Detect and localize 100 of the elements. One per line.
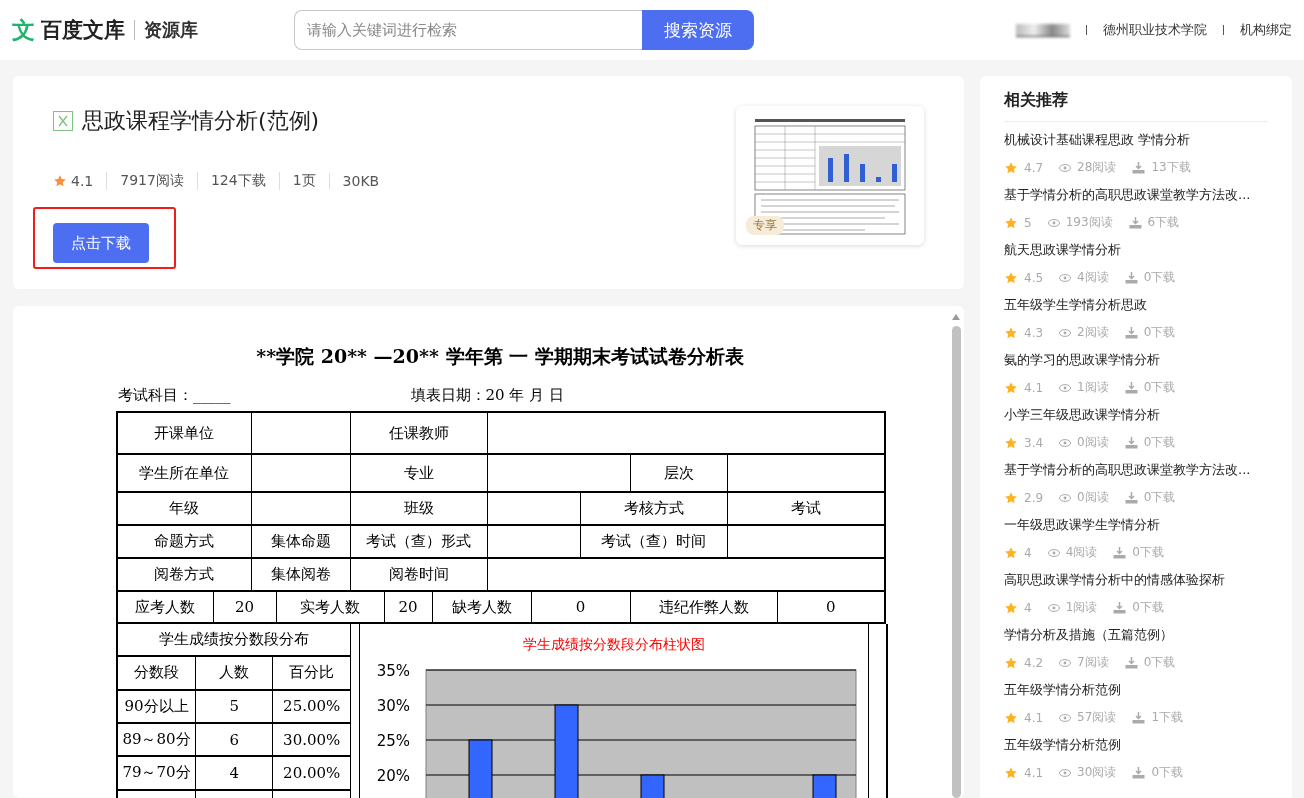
star-icon <box>53 174 67 188</box>
read-count: 30阅读 <box>1077 764 1117 781</box>
document-thumbnail[interactable]: 专享 <box>736 106 924 245</box>
rating: 4.7 <box>1024 160 1044 175</box>
download-count: 6下载 <box>1147 214 1180 231</box>
axis-tick-label: 25% <box>376 732 410 750</box>
download-icon <box>1132 766 1146 779</box>
table-cell: 6 <box>195 722 273 757</box>
eye-icon <box>1059 493 1072 502</box>
recommendation-link[interactable]: 五年级学情分析范例 <box>1004 681 1268 699</box>
table-cell: 应考人数 <box>117 591 213 623</box>
download-icon <box>1124 436 1138 449</box>
eye-icon <box>1059 273 1072 282</box>
download-count: 0下载 <box>1132 599 1164 616</box>
table-cell: 实考人数 <box>276 591 384 623</box>
table-cell: 学生成绩按分数段分布 <box>118 624 351 657</box>
chart-title: 学生成绩按分数段分布柱状图 <box>522 636 706 654</box>
table-cell: 20 <box>384 591 432 623</box>
rating: 4 <box>1024 600 1032 615</box>
sidebar-title: 相关推荐 <box>1004 90 1268 122</box>
rating: 4.1 <box>71 173 94 189</box>
read-count: 4阅读 <box>1065 544 1098 561</box>
recommendation-link[interactable]: 氨的学习的思政课学情分析 <box>1004 351 1268 369</box>
table-cell: 0 <box>531 591 630 623</box>
star-icon <box>1004 380 1018 395</box>
rating: 4 <box>1024 545 1032 560</box>
download-count: 0下载 <box>1143 489 1176 506</box>
header-link[interactable]: 德州职业技术学院 <box>1103 21 1207 39</box>
table-cell: 集体命题 <box>251 525 350 558</box>
star-icon <box>1004 600 1018 615</box>
column-header: 分数段 <box>118 656 196 690</box>
recommendation-link[interactable]: 基于学情分析的高职思政课堂教学方法改... <box>1004 461 1268 479</box>
recommendation-link[interactable]: 五年级学情分析范例 <box>1004 736 1268 754</box>
eye-icon <box>1059 713 1072 722</box>
eye-icon <box>1059 658 1072 667</box>
table-cell: 89～80分 <box>118 722 196 757</box>
download-count: 0下载 <box>1143 324 1176 341</box>
document-stat: 1页 <box>278 172 329 190</box>
table-cell: 违纪作弊人数 <box>630 591 777 623</box>
table-cell: 阅卷方式 <box>117 558 251 591</box>
recommendation-link[interactable]: 航天思政课学情分析 <box>1004 241 1268 259</box>
document-title: 思政课程学情分析(范例) <box>82 107 320 135</box>
table-cell: 考试（查）时间 <box>580 525 727 558</box>
download-button[interactable]: 点击下载 <box>53 223 149 263</box>
search-button[interactable]: 搜索资源 <box>642 10 754 50</box>
download-count: 0下载 <box>1151 764 1183 781</box>
download-icon <box>1132 161 1146 174</box>
read-count: 28阅读 <box>1077 159 1117 176</box>
axis-tick-label: 30% <box>376 697 410 715</box>
eye-icon <box>1047 603 1060 612</box>
table-cell: 命题方式 <box>117 525 251 558</box>
table-cell: 专业 <box>350 454 487 492</box>
scroll-up-icon[interactable] <box>952 314 960 320</box>
rating: 4.5 <box>1024 270 1044 285</box>
date-label: 填表日期：20 年 月 日 <box>410 386 564 405</box>
recommendation-link[interactable]: 小学三年级思政课学情分析 <box>1004 406 1268 424</box>
table-cell: 缺考人数 <box>432 591 531 623</box>
table-cell: 90分以上 <box>118 689 196 723</box>
download-icon <box>1124 381 1138 394</box>
star-icon <box>1004 545 1018 560</box>
exclusive-badge: 专享 <box>746 216 784 235</box>
table-cell: 阅卷时间 <box>350 558 487 591</box>
table-cell: 4 <box>195 756 273 790</box>
spreadsheet-icon <box>53 111 73 131</box>
eye-icon <box>1047 218 1060 227</box>
download-icon <box>1113 601 1127 614</box>
rating: 5 <box>1024 215 1032 230</box>
rating: 4.1 <box>1024 710 1044 725</box>
download-count: 1下载 <box>1151 709 1183 726</box>
star-icon <box>1004 160 1018 175</box>
download-icon <box>1124 491 1138 504</box>
header-link[interactable]: 机构绑定 <box>1240 21 1292 39</box>
table-cell: 层次 <box>630 454 727 492</box>
rating: 2.9 <box>1024 490 1044 505</box>
rating: 4.1 <box>1024 380 1044 395</box>
recommendation-link[interactable]: 学情分析及措施（五篇范例） <box>1004 626 1268 644</box>
read-count: 57阅读 <box>1077 709 1117 726</box>
logo-text[interactable]: 百度文库 <box>41 16 125 44</box>
recommendation-link[interactable]: 五年级学生学情分析思政 <box>1004 296 1268 314</box>
table-cell: 学生所在单位 <box>117 454 251 492</box>
download-icon <box>1124 271 1138 284</box>
search-field[interactable]: 请输入关键词进行检索 <box>294 10 642 50</box>
read-count: 7阅读 <box>1077 654 1109 671</box>
rating: 4.2 <box>1024 655 1044 670</box>
recommendation-link[interactable]: 一年级思政课学生学情分析 <box>1004 516 1268 534</box>
download-count: 0下载 <box>1143 379 1176 396</box>
star-icon <box>1004 655 1018 670</box>
blurred-username[interactable] <box>1016 23 1070 37</box>
recommendation-link[interactable]: 高职思政课学情分析中的情感体验探析 <box>1004 571 1268 589</box>
table-cell: 考试（查）形式 <box>350 525 487 558</box>
rating: 4.1 <box>1024 765 1044 780</box>
star-icon <box>1004 490 1018 505</box>
read-count: 4阅读 <box>1077 269 1109 286</box>
form-heading: **学院 20** —20** 学年第 一 学期期末考试试卷分析表 <box>255 344 745 369</box>
table-cell: 20.00% <box>272 756 351 790</box>
recommendation-link[interactable]: 机械设计基础课程思政 学情分析 <box>1004 131 1268 149</box>
download-count: 13下载 <box>1151 159 1191 176</box>
download-icon <box>1113 546 1127 559</box>
table-cell: 20 <box>213 591 276 623</box>
recommendation-link[interactable]: 基于学情分析的高职思政课堂教学方法改... <box>1004 186 1268 204</box>
